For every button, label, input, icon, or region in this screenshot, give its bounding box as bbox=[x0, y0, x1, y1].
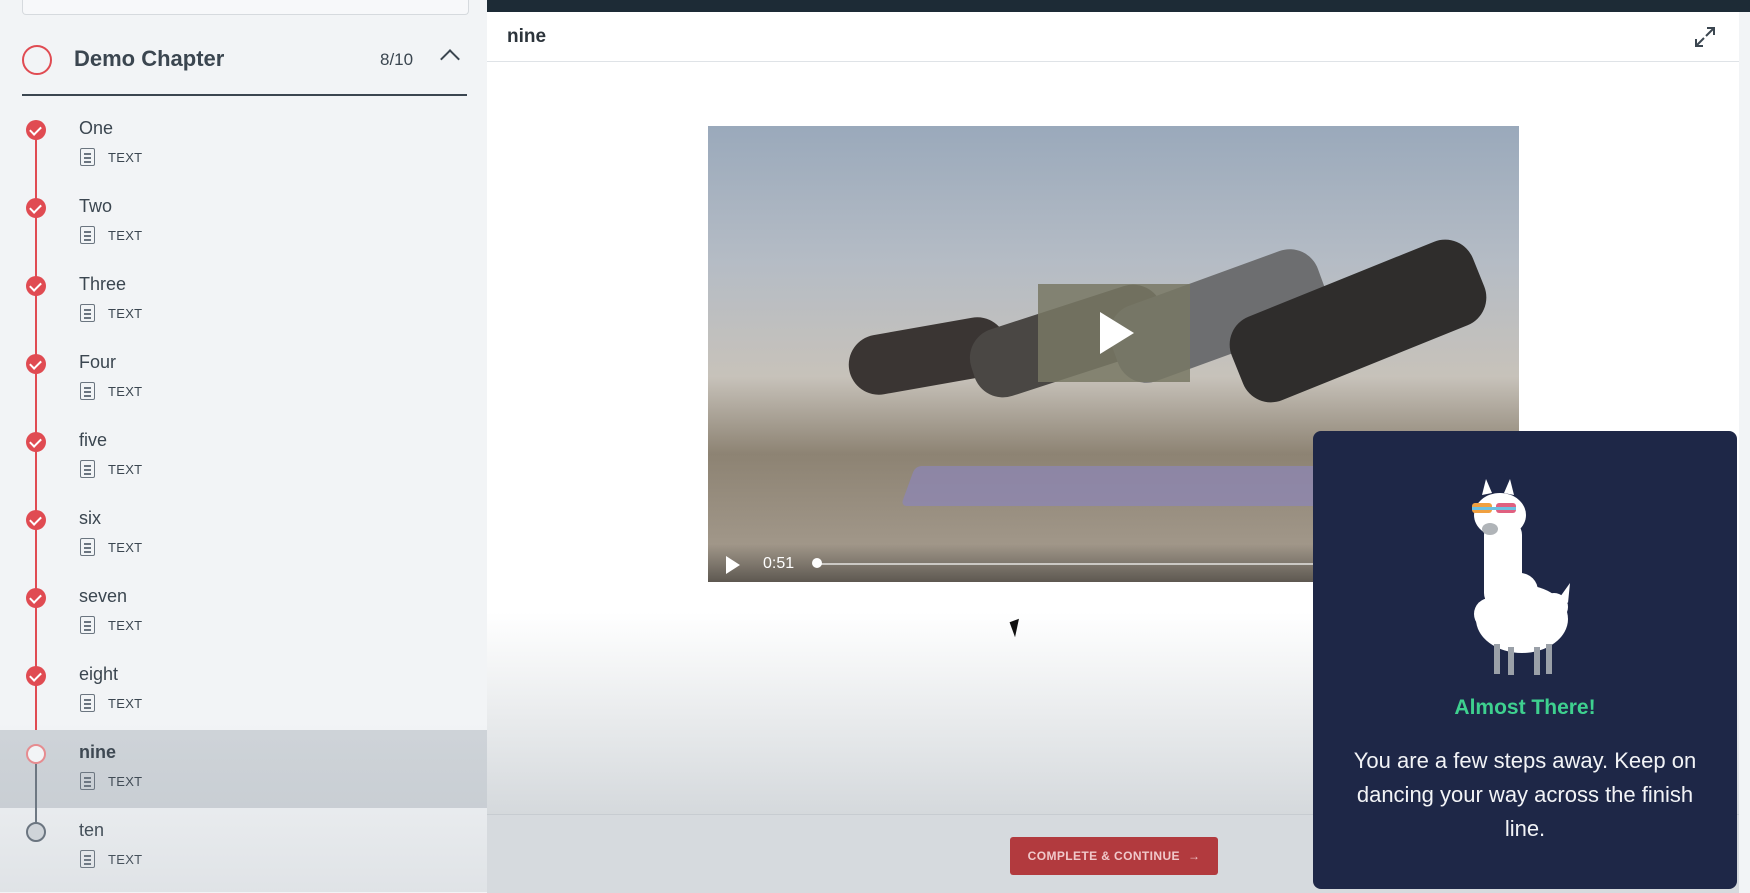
text-document-icon bbox=[80, 382, 95, 400]
lesson-title: One bbox=[79, 118, 114, 138]
text-document-icon bbox=[80, 616, 95, 634]
lesson-item-eight[interactable]: eight TEXT bbox=[0, 652, 487, 752]
lesson-title-heading: nine bbox=[507, 26, 547, 47]
lesson-type: TEXT bbox=[108, 306, 143, 321]
lesson-type: TEXT bbox=[108, 696, 143, 711]
lesson-title: six bbox=[79, 508, 101, 528]
lesson-type: TEXT bbox=[108, 774, 143, 789]
play-icon[interactable] bbox=[726, 556, 740, 574]
text-document-icon bbox=[80, 850, 95, 868]
text-document-icon bbox=[80, 772, 95, 790]
course-sidebar: Demo Chapter 8/10 One TEXT Two TEXT Thre… bbox=[0, 0, 487, 892]
completed-check-icon bbox=[26, 198, 46, 218]
completed-check-icon bbox=[26, 276, 46, 296]
lesson-item-two[interactable]: Two TEXT bbox=[0, 184, 487, 284]
lesson-type: TEXT bbox=[108, 462, 143, 477]
lesson-title: Four bbox=[79, 352, 117, 372]
lesson-title: eight bbox=[79, 664, 119, 684]
lesson-header: nine bbox=[487, 12, 1739, 62]
lesson-item-six[interactable]: six TEXT bbox=[0, 496, 487, 596]
completed-check-icon bbox=[26, 666, 46, 686]
lesson-type: TEXT bbox=[108, 540, 143, 555]
completed-check-icon bbox=[26, 510, 46, 530]
text-document-icon bbox=[80, 226, 95, 244]
lesson-item-seven[interactable]: seven TEXT bbox=[0, 574, 487, 674]
lesson-item-four[interactable]: Four TEXT bbox=[0, 340, 487, 440]
chapter-title: Demo Chapter bbox=[74, 46, 225, 71]
lesson-type: TEXT bbox=[108, 852, 143, 867]
previous-section-box bbox=[22, 0, 469, 15]
chapter-progress-circle-icon bbox=[22, 45, 52, 75]
arrow-right-icon: → bbox=[1187, 849, 1201, 863]
chevron-up-icon[interactable] bbox=[440, 49, 460, 69]
popup-title: Almost There! bbox=[1454, 696, 1596, 719]
text-document-icon bbox=[80, 304, 95, 322]
incomplete-circle-icon bbox=[26, 744, 46, 764]
text-document-icon bbox=[80, 538, 95, 556]
lesson-title: Three bbox=[79, 274, 127, 294]
lesson-title: nine bbox=[79, 742, 117, 762]
video-big-play-button[interactable] bbox=[1038, 284, 1190, 382]
complete-and-continue-button[interactable]: COMPLETE & CONTINUE → bbox=[1010, 837, 1218, 875]
chapter-header[interactable]: Demo Chapter 8/10 bbox=[22, 32, 467, 96]
text-document-icon bbox=[80, 460, 95, 478]
popup-message: You are a few steps away. Keep on dancin… bbox=[1353, 748, 1697, 841]
lesson-type: TEXT bbox=[108, 384, 143, 399]
completed-check-icon bbox=[26, 354, 46, 374]
lesson-list: One TEXT Two TEXT Three TEXT Four TEXT f… bbox=[0, 106, 487, 886]
lesson-title: five bbox=[79, 430, 108, 450]
video-current-time: 0:51 bbox=[763, 555, 795, 572]
llama-illustration-icon bbox=[1472, 479, 1570, 675]
lesson-item-nine[interactable]: nine TEXT bbox=[0, 730, 487, 830]
video-frame-mat bbox=[900, 466, 1336, 506]
completed-check-icon bbox=[26, 588, 46, 608]
completed-check-icon bbox=[26, 432, 46, 452]
lesson-item-three[interactable]: Three TEXT bbox=[0, 262, 487, 362]
text-document-icon bbox=[80, 148, 95, 166]
lesson-type: TEXT bbox=[108, 150, 143, 165]
lesson-type: TEXT bbox=[108, 228, 143, 243]
video-progress-knob[interactable] bbox=[812, 558, 822, 568]
completed-check-icon bbox=[26, 120, 46, 140]
lesson-item-five[interactable]: five TEXT bbox=[0, 418, 487, 518]
incomplete-circle-icon bbox=[26, 822, 46, 842]
chapter-progress-count: 8/10 bbox=[380, 50, 414, 69]
lesson-item-one[interactable]: One TEXT bbox=[0, 106, 487, 206]
progress-popup: Almost There! You are a few steps away. … bbox=[1313, 431, 1737, 889]
complete-button-label: COMPLETE & CONTINUE bbox=[1027, 849, 1180, 863]
lesson-item-ten[interactable]: ten TEXT bbox=[0, 808, 487, 886]
lesson-title: Two bbox=[79, 196, 113, 216]
expand-fullscreen-icon[interactable] bbox=[1694, 26, 1716, 48]
lesson-title: seven bbox=[79, 586, 128, 606]
text-document-icon bbox=[80, 694, 95, 712]
lesson-type: TEXT bbox=[108, 618, 143, 633]
lesson-title: ten bbox=[79, 820, 105, 840]
